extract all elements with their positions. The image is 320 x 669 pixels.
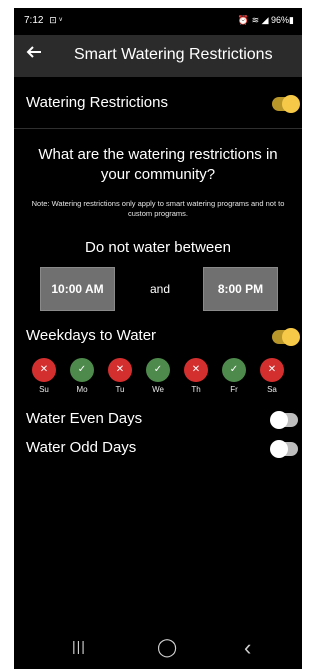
- do-not-water-heading: Do not water between: [85, 239, 231, 256]
- check-icon: ✓: [146, 358, 170, 382]
- status-right-icons: ⏰ ≋ ◢ 96%▮: [237, 15, 294, 25]
- weekday-chip[interactable]: ✓ We: [145, 358, 171, 394]
- back-nav-button[interactable]: ‹: [244, 635, 251, 661]
- check-icon: ✓: [70, 358, 94, 382]
- odd-days-label: Water Odd Days: [26, 439, 137, 456]
- status-time-area: 7:12 ⊡ ᵛ: [24, 15, 62, 26]
- weekdays-label: Weekdays to Water: [26, 327, 157, 344]
- restrictions-note: Note: Watering restrictions only apply t…: [31, 199, 285, 218]
- time-connector: and: [149, 282, 171, 296]
- weekday-label: Tu: [115, 385, 125, 394]
- weekday-chip[interactable]: ✕ Th: [183, 358, 209, 394]
- arrow-left-icon[interactable]: [26, 44, 42, 66]
- watering-restrictions-row: Watering Restrictions: [14, 92, 302, 122]
- weekday-label: Su: [39, 385, 49, 394]
- weekday-chip[interactable]: ✓ Fr: [221, 358, 247, 394]
- status-time: 7:12: [24, 15, 44, 26]
- watering-restrictions-toggle[interactable]: [272, 95, 300, 113]
- home-button[interactable]: ◯: [157, 637, 177, 658]
- toggle-knob: [282, 328, 300, 346]
- odd-days-toggle[interactable]: [270, 440, 298, 458]
- weekday-label: Fr: [230, 385, 238, 394]
- weekday-chip[interactable]: ✕ Tu: [107, 358, 133, 394]
- weekday-label: Th: [191, 385, 201, 394]
- x-icon: ✕: [32, 358, 56, 382]
- weekday-chip[interactable]: ✕ Sa: [259, 358, 285, 394]
- app-bar: Smart Watering Restrictions: [14, 35, 302, 77]
- weekday-label: Sa: [267, 385, 277, 394]
- x-icon: ✕: [260, 358, 284, 382]
- toggle-knob: [270, 440, 288, 458]
- odd-days-row: Water Odd Days: [14, 437, 302, 461]
- weekday-chip[interactable]: ✕ Su: [31, 358, 57, 394]
- system-nav-bar: ||| ◯ ‹: [14, 627, 302, 669]
- x-icon: ✕: [108, 358, 132, 382]
- toggle-knob: [282, 95, 300, 113]
- weekday-label: Mo: [76, 385, 88, 394]
- start-time-button[interactable]: 10:00 AM: [40, 267, 115, 311]
- recents-button[interactable]: |||: [72, 638, 86, 654]
- divider: [14, 128, 302, 129]
- weekday-chip[interactable]: ✓ Mo: [69, 358, 95, 394]
- even-days-label: Water Even Days: [26, 410, 143, 427]
- even-days-row: Water Even Days: [14, 408, 302, 432]
- status-bar: 7:12 ⊡ ᵛ ⏰ ≋ ◢ 96%▮: [14, 8, 302, 32]
- arrow-left-icon-glyph: [26, 46, 41, 58]
- page-title: Smart Watering Restrictions: [74, 46, 273, 63]
- weekdays-toggle[interactable]: [272, 328, 300, 346]
- even-days-toggle[interactable]: [270, 411, 298, 429]
- phone-screen: 7:12 ⊡ ᵛ ⏰ ≋ ◢ 96%▮ Smart Watering Restr…: [14, 8, 302, 669]
- check-icon: ✓: [222, 358, 246, 382]
- restrictions-question: What are the watering restrictions in yo…: [38, 146, 278, 183]
- x-icon: ✕: [184, 358, 208, 382]
- end-time-button[interactable]: 8:00 PM: [203, 267, 278, 311]
- weekday-selector: ✕ Su ✓ Mo ✕ Tu ✓ We ✕ Th ✓ Fr ✕ Sa: [31, 358, 297, 398]
- weekday-label: We: [152, 385, 164, 394]
- watering-restrictions-label: Watering Restrictions: [26, 94, 168, 111]
- weekdays-row: Weekdays to Water: [14, 325, 302, 353]
- notification-icons: ⊡ ᵛ: [49, 15, 63, 25]
- toggle-knob: [270, 411, 288, 429]
